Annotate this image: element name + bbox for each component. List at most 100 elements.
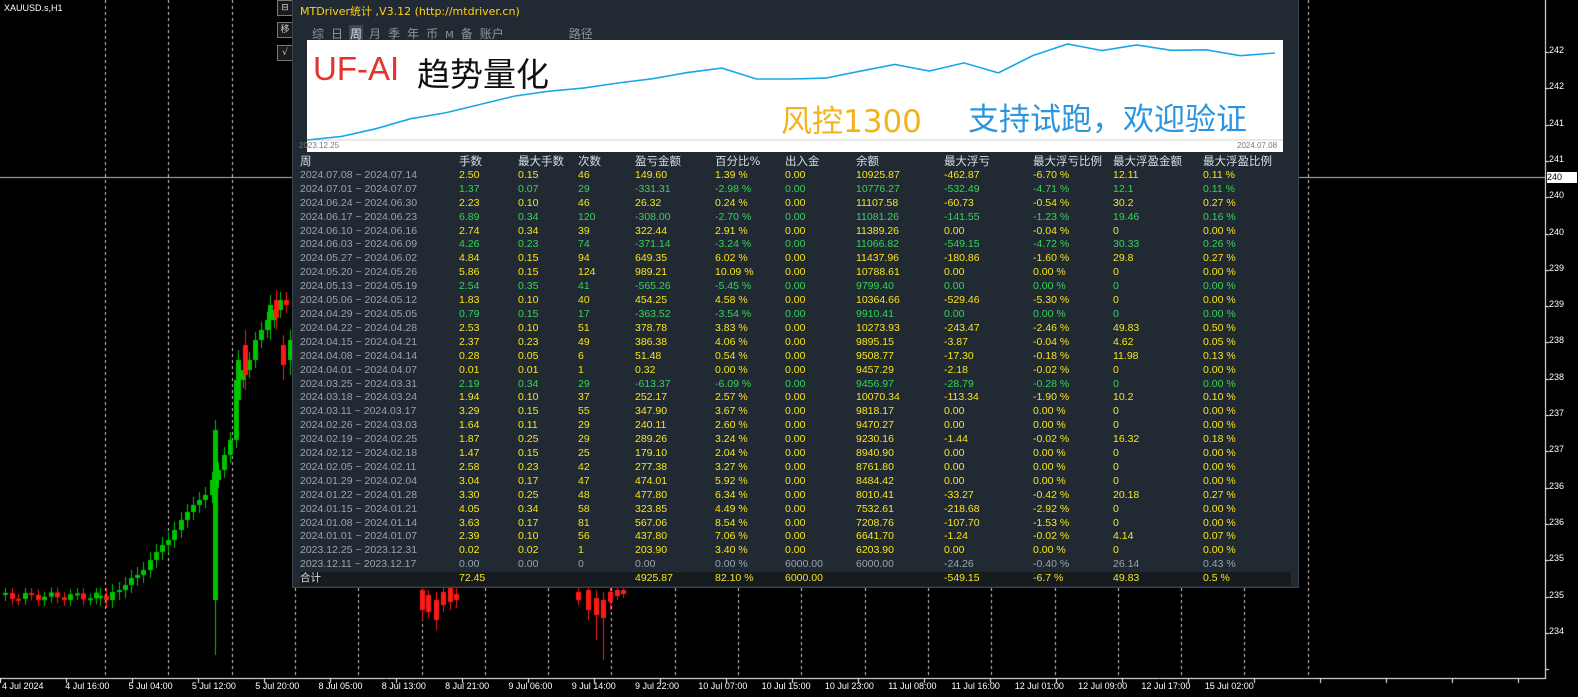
- table-cell: 0.00: [785, 502, 806, 515]
- column-header: 周: [300, 154, 312, 168]
- table-cell: 0.28: [459, 349, 480, 362]
- y-tick-label: 239: [1549, 262, 1565, 273]
- x-tick-label: 4 Jul 2024: [2, 681, 44, 691]
- table-row[interactable]: 2024.04.22 ~ 2024.04.28 2.53 0.10 51 378.78 3…: [300, 322, 1291, 336]
- table-cell: 4.49 %: [715, 502, 748, 515]
- table-cell: 0.02: [459, 544, 480, 557]
- table-cell: 0.10: [518, 321, 539, 334]
- table-cell: 0.00 %: [1203, 307, 1236, 320]
- table-row[interactable]: 2024.07.08 ~ 2024.07.14 2.50 0.15 46 149.60 1…: [300, 169, 1291, 183]
- table-cell: 46: [578, 196, 590, 209]
- table-row[interactable]: 2024.05.27 ~ 2024.06.02 4.84 0.15 94 649.35 6…: [300, 252, 1291, 266]
- table-cell: -0.02 %: [1033, 433, 1070, 446]
- check-button[interactable]: √: [277, 45, 293, 61]
- table-row[interactable]: 2024.04.15 ~ 2024.04.21 2.37 0.23 49 386.38 4…: [300, 336, 1291, 350]
- table-row[interactable]: 2024.05.06 ~ 2024.05.12 1.83 0.10 40 454.25 4…: [300, 294, 1291, 308]
- table-cell: 2.60 %: [715, 419, 748, 432]
- table-row[interactable]: 2024.03.18 ~ 2024.03.24 1.94 0.10 37 252.17 2…: [300, 391, 1291, 405]
- table-cell: 0.10: [518, 530, 539, 543]
- table-cell: 9799.40: [856, 280, 894, 293]
- table-row[interactable]: 2024.03.25 ~ 2024.03.31 2.19 0.34 29 -613.37…: [300, 378, 1291, 392]
- table-row[interactable]: 2024.05.13 ~ 2024.05.19 2.54 0.35 41 -565.26…: [300, 280, 1291, 294]
- table-cell: 2.74: [459, 224, 480, 237]
- table-cell: -0.54 %: [1033, 196, 1070, 209]
- table-cell: 454.25: [635, 294, 668, 307]
- table-row[interactable]: 2024.06.10 ~ 2024.06.16 2.74 0.34 39 322.44 2…: [300, 225, 1291, 239]
- table-row[interactable]: 2024.02.05 ~ 2024.02.11 2.58 0.23 42 277.38 3…: [300, 461, 1291, 475]
- table-cell: 10776.27: [856, 182, 900, 195]
- table-cell: 0.00: [785, 196, 806, 209]
- table-cell: 9457.29: [856, 363, 894, 376]
- watermark-brand: UF-AI: [313, 50, 400, 87]
- table-row[interactable]: 2024.01.22 ~ 2024.01.28 3.30 0.25 48 477.80 6…: [300, 489, 1291, 503]
- table-cell: 2.37: [459, 335, 480, 348]
- table-cell: 0.00: [785, 447, 806, 460]
- table-row[interactable]: 2024.01.01 ~ 2024.01.07 2.39 0.10 56 437.80 7…: [300, 530, 1291, 544]
- table-cell: -1.44: [944, 433, 968, 446]
- table-cell: 0: [1113, 224, 1119, 237]
- table-row[interactable]: 2024.02.26 ~ 2024.03.03 1.64 0.11 29 240.11 2…: [300, 419, 1291, 433]
- table-row[interactable]: 2024.01.08 ~ 2024.01.14 3.63 0.17 81 567.06 8…: [300, 517, 1291, 531]
- equity-start-date: 2023.12.25: [299, 141, 340, 150]
- table-cell: 1.83: [459, 294, 480, 307]
- y-tick-label: 236: [1549, 480, 1565, 491]
- x-tick-label: 12 Jul 17:00: [1141, 681, 1191, 691]
- footer-cell: 0.5 %: [1203, 572, 1291, 587]
- table-cell: 0.10: [518, 391, 539, 404]
- table-cell: 0.00: [785, 335, 806, 348]
- table-cell: 1.87: [459, 433, 480, 446]
- table-cell: 0.00: [944, 266, 965, 279]
- table-cell: 0.13 %: [1203, 349, 1236, 362]
- table-cell: 0.00: [785, 307, 806, 320]
- minimize-button[interactable]: ⊟: [277, 0, 293, 16]
- table-row[interactable]: 2023.12.11 ~ 2023.12.17 0.00 0.00 0 0.00 0.00…: [300, 558, 1291, 572]
- x-tick-label: 11 Jul 08:00: [888, 681, 937, 691]
- x-tick-label: 8 Jul 21:00: [445, 681, 490, 691]
- table-row[interactable]: 2024.01.29 ~ 2024.02.04 3.04 0.17 47 474.01 5…: [300, 475, 1291, 489]
- table-cell: 51: [578, 321, 590, 334]
- table-row[interactable]: 2024.06.17 ~ 2024.06.23 6.89 0.34 120 -308.0…: [300, 211, 1291, 225]
- table-cell: 12.11: [1113, 168, 1139, 181]
- table-cell: 0.27 %: [1203, 196, 1236, 209]
- table-cell: 0: [1113, 516, 1119, 529]
- table-row[interactable]: 2024.04.01 ~ 2024.04.07 0.01 0.01 1 0.32 0.00…: [300, 364, 1291, 378]
- table-cell: 0.00: [785, 224, 806, 237]
- table-row[interactable]: 2024.02.12 ~ 2024.02.18 1.47 0.15 25 179.10 2…: [300, 447, 1291, 461]
- table-cell: 0.00 %: [1033, 266, 1066, 279]
- x-tick-label: 10 Jul 07:00: [698, 681, 748, 691]
- table-cell: 0.00: [785, 280, 806, 293]
- table-cell: 3.30: [459, 488, 480, 501]
- table-cell: 2.23: [459, 196, 480, 209]
- table-row[interactable]: 2024.06.24 ~ 2024.06.30 2.23 0.10 46 26.32 0.…: [300, 197, 1291, 211]
- table-cell: 277.38: [635, 460, 668, 473]
- table-cell: 9470.27: [856, 419, 894, 432]
- footer-cell: [578, 572, 635, 587]
- table-row[interactable]: 2024.04.29 ~ 2024.05.05 0.79 0.15 17 -363.52…: [300, 308, 1291, 322]
- table-row[interactable]: 2024.01.15 ~ 2024.01.21 4.05 0.34 58 323.85 4…: [300, 503, 1291, 517]
- table-row[interactable]: 2024.06.03 ~ 2024.06.09 4.26 0.23 74 -371.14…: [300, 238, 1291, 252]
- y-tick-label: 237: [1549, 444, 1565, 455]
- table-row[interactable]: 2024.05.20 ~ 2024.05.26 5.86 0.15 124 989.21…: [300, 266, 1291, 280]
- table-cell: 2024.07.01 ~ 2024.07.07: [300, 182, 418, 195]
- table-cell: 0.24 %: [715, 196, 748, 209]
- table-row[interactable]: 2023.12.25 ~ 2023.12.31 0.02 0.02 1 203.90 3.…: [300, 544, 1291, 558]
- x-tick-label: 12 Jul 01:00: [1014, 681, 1064, 691]
- table-cell: 0.00 %: [1203, 280, 1236, 293]
- table-cell: 1: [578, 544, 584, 557]
- table-row[interactable]: 2024.07.01 ~ 2024.07.07 1.37 0.07 29 -331.31…: [300, 183, 1291, 197]
- table-cell: 3.27 %: [715, 460, 748, 473]
- table-cell: 8484.42: [856, 474, 894, 487]
- table-row[interactable]: 2024.03.11 ~ 2024.03.17 3.29 0.15 55 347.90 3…: [300, 405, 1291, 419]
- table-cell: 5.92 %: [715, 474, 748, 487]
- table-cell: -2.92 %: [1033, 502, 1070, 515]
- move-button[interactable]: 移: [277, 22, 293, 38]
- column-header: 手数: [459, 154, 482, 168]
- table-cell: 2.50: [459, 168, 480, 181]
- table-cell: 0.00: [944, 474, 965, 487]
- table-cell: 3.40 %: [715, 544, 748, 557]
- table-row[interactable]: 2024.02.19 ~ 2024.02.25 1.87 0.25 29 289.26 3…: [300, 433, 1291, 447]
- table-cell: 3.63: [459, 516, 480, 529]
- table-cell: 2.04 %: [715, 447, 748, 460]
- table-cell: 0.26 %: [1203, 238, 1236, 251]
- table-row[interactable]: 2024.04.08 ~ 2024.04.14 0.28 0.05 6 51.48 0.5…: [300, 350, 1291, 364]
